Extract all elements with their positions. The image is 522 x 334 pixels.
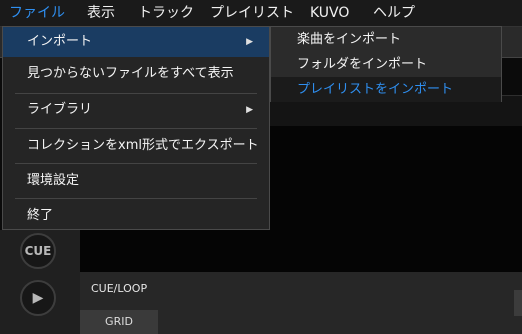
menu-bar: ファイル 表示 トラック プレイリスト KUVO ヘルプ [0, 0, 522, 27]
menu-item-label: コレクションをxml形式でエクスポート [27, 138, 259, 153]
submenu-item-import-tracks[interactable]: 楽曲をインポート [271, 27, 501, 52]
menu-item-label: 終了 [27, 208, 54, 223]
menu-divider [15, 198, 257, 199]
menu-item-label: 環境設定 [27, 173, 80, 188]
menu-item-export-xml[interactable]: コレクションをxml形式でエクスポート [3, 131, 269, 161]
menu-item-label: インポート [27, 34, 93, 49]
menu-item-label: ライブラリ [27, 102, 93, 117]
menu-item-show-missing[interactable]: 見つからないファイルをすべて表示 [3, 59, 269, 89]
tab-grid[interactable]: GRID [80, 310, 158, 334]
cue-loop-label: CUE/LOOP [91, 282, 148, 295]
cue-button[interactable]: CUE [20, 233, 56, 269]
menu-item-import[interactable]: インポート ▶ [3, 27, 269, 57]
menu-kuvo[interactable]: KUVO [310, 0, 349, 26]
menu-item-exit[interactable]: 終了 [3, 201, 269, 231]
menu-item-library[interactable]: ライブラリ ▶ [3, 95, 269, 125]
menu-playlist[interactable]: プレイリスト [210, 0, 294, 26]
submenu-arrow-icon: ▶ [246, 37, 253, 47]
submenu-item-import-folder[interactable]: フォルダをインポート [271, 52, 501, 77]
menu-file[interactable]: ファイル [9, 0, 65, 26]
scroll-handle[interactable] [514, 290, 522, 316]
menu-divider [15, 93, 257, 94]
menu-divider [15, 163, 257, 164]
menu-track[interactable]: トラック [138, 0, 194, 26]
menu-item-preferences[interactable]: 環境設定 [3, 166, 269, 196]
import-submenu: 楽曲をインポート フォルダをインポート プレイリストをインポート [270, 26, 502, 102]
menu-view[interactable]: 表示 [87, 0, 115, 26]
submenu-item-import-playlist[interactable]: プレイリストをインポート [271, 77, 501, 102]
play-button[interactable]: ▶ [20, 280, 56, 316]
menu-divider [15, 128, 257, 129]
menu-help[interactable]: ヘルプ [373, 0, 415, 26]
submenu-arrow-icon: ▶ [246, 105, 253, 115]
file-menu: インポート ▶ 見つからないファイルをすべて表示 ライブラリ ▶ コレクションを… [2, 26, 270, 230]
menu-item-label: 見つからないファイルをすべて表示 [27, 66, 234, 81]
